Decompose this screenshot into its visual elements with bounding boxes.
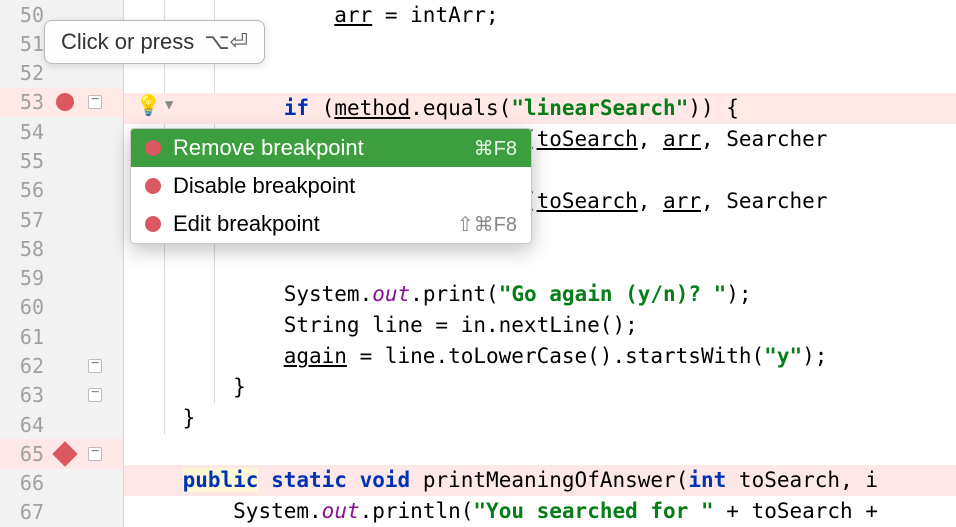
gutter-row[interactable]: 64 xyxy=(0,410,123,439)
code-line[interactable]: again = line.toLowerCase().startsWith("y… xyxy=(124,341,956,372)
code-line[interactable]: } xyxy=(124,372,956,403)
code-line[interactable] xyxy=(124,62,956,93)
fold-handle-icon[interactable] xyxy=(88,359,102,373)
line-number: 60 xyxy=(0,295,50,319)
code-line[interactable]: System.out.print("Go again (y/n)? "); xyxy=(124,279,956,310)
code-line[interactable]: } xyxy=(124,403,956,434)
line-number: 52 xyxy=(0,61,50,85)
line-number: 63 xyxy=(0,383,50,407)
line-number: 54 xyxy=(0,120,50,144)
code-line[interactable]: public static void printMeaningOfAnswer(… xyxy=(124,465,956,496)
line-number: 50 xyxy=(0,3,50,27)
line-number: 59 xyxy=(0,266,50,290)
line-number: 67 xyxy=(0,500,50,524)
line-number: 51 xyxy=(0,32,50,56)
code-line[interactable]: String line = in.nextLine(); xyxy=(124,310,956,341)
menu-item-disable-breakpoint[interactable]: Disable breakpoint xyxy=(131,167,531,205)
menu-item-label: Disable breakpoint xyxy=(173,173,505,199)
menu-item-shortcut: ⌘F8 xyxy=(474,136,517,161)
gutter-row[interactable]: 61 xyxy=(0,322,123,351)
menu-item-label: Edit breakpoint xyxy=(173,211,445,237)
gutter-row[interactable]: 59 xyxy=(0,264,123,293)
breakpoint-context-menu: Remove breakpoint ⌘F8 Disable breakpoint… xyxy=(130,128,532,244)
code-area[interactable]: arr = intArr; if (method.equals("linearS… xyxy=(124,0,956,527)
menu-item-edit-breakpoint[interactable]: Edit breakpoint ⇧⌘F8 xyxy=(131,205,531,243)
line-number: 56 xyxy=(0,178,50,202)
line-number: 62 xyxy=(0,354,50,378)
code-line[interactable]: System.out.println("You searched for " +… xyxy=(124,496,956,527)
intention-tooltip: Click or press ⌥⏎ xyxy=(44,20,265,64)
code-line[interactable] xyxy=(124,248,956,279)
breakpoint-column[interactable] xyxy=(50,93,80,111)
menu-item-shortcut: ⇧⌘F8 xyxy=(457,212,517,237)
method-breakpoint-icon[interactable] xyxy=(52,441,77,466)
gutter-row[interactable]: 54 xyxy=(0,117,123,146)
gutter-row[interactable]: 57 xyxy=(0,205,123,234)
fold-column[interactable] xyxy=(80,95,110,109)
gutter-row[interactable]: 58 xyxy=(0,234,123,263)
breakpoint-icon xyxy=(145,216,161,232)
chevron-down-icon: ▼ xyxy=(165,97,173,113)
line-number: 57 xyxy=(0,208,50,232)
gutter-row[interactable]: 63 xyxy=(0,381,123,410)
breakpoint-icon xyxy=(145,140,161,156)
gutter-row[interactable]: 53 xyxy=(0,88,123,117)
fold-handle-icon[interactable] xyxy=(88,447,102,461)
gutter-row[interactable]: 66 xyxy=(0,469,123,498)
line-number: 55 xyxy=(0,149,50,173)
keyboard-shortcut: ⌥⏎ xyxy=(204,29,248,55)
fold-handle-icon[interactable] xyxy=(88,95,102,109)
line-number: 64 xyxy=(0,413,50,437)
gutter-row[interactable]: 56 xyxy=(0,176,123,205)
code-editor: 50 51 52 53 54 55 xyxy=(0,0,956,527)
gutter-row[interactable]: 60 xyxy=(0,293,123,322)
gutter-row[interactable]: 55 xyxy=(0,146,123,175)
line-number: 65 xyxy=(0,442,50,466)
code-line[interactable]: if (method.equals("linearSearch")) { xyxy=(124,93,956,124)
line-number: 61 xyxy=(0,325,50,349)
breakpoint-icon[interactable] xyxy=(56,93,74,111)
tooltip-text: Click or press xyxy=(61,29,194,55)
menu-item-remove-breakpoint[interactable]: Remove breakpoint ⌘F8 xyxy=(131,129,531,167)
line-number: 58 xyxy=(0,237,50,261)
line-number: 53 xyxy=(0,90,50,114)
lightbulb-icon: 💡 xyxy=(136,93,161,117)
gutter-row[interactable]: 67 xyxy=(0,498,123,527)
line-number: 66 xyxy=(0,471,50,495)
breakpoint-column[interactable] xyxy=(50,445,80,463)
fold-handle-icon[interactable] xyxy=(88,388,102,402)
gutter-row[interactable]: 65 xyxy=(0,439,123,468)
intention-bulb[interactable]: 💡 ▼ xyxy=(136,93,173,117)
menu-item-label: Remove breakpoint xyxy=(173,135,462,161)
breakpoint-icon xyxy=(145,178,161,194)
gutter-row[interactable]: 62 xyxy=(0,351,123,380)
gutter: 50 51 52 53 54 55 xyxy=(0,0,124,527)
code-line[interactable] xyxy=(124,434,956,465)
